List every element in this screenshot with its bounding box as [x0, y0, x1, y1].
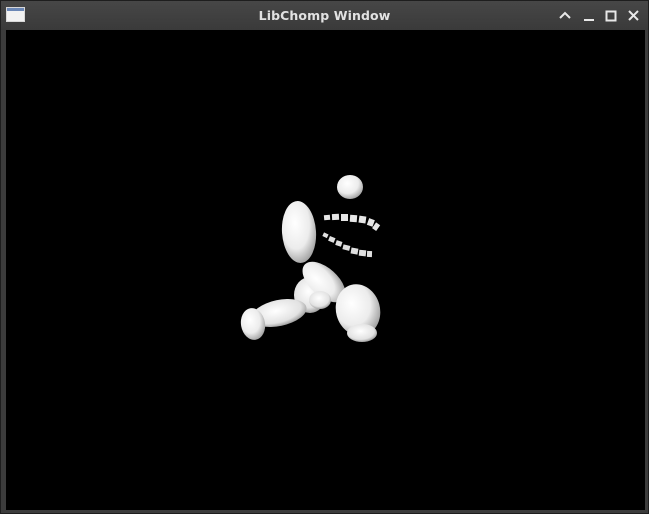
knee-blob	[309, 291, 331, 309]
minimize-button[interactable]	[580, 7, 598, 25]
close-button[interactable]	[625, 7, 643, 25]
window-title: LibChomp Window	[258, 8, 391, 23]
render-viewport[interactable]	[6, 30, 645, 510]
maximize-icon	[605, 10, 617, 22]
chevron-up-icon	[559, 11, 571, 19]
maximize-button[interactable]	[602, 7, 620, 25]
lower-teeth	[322, 232, 373, 258]
torso-blob	[281, 201, 317, 263]
upper-teeth	[323, 213, 381, 231]
chomp-figure	[240, 175, 381, 342]
app-window: LibChomp Window	[0, 0, 649, 514]
minimize-icon	[584, 19, 594, 21]
shade-button[interactable]	[556, 7, 574, 25]
title-bar[interactable]: LibChomp Window	[1, 1, 648, 30]
right-foot-blob	[347, 324, 377, 342]
close-icon	[628, 10, 639, 21]
head-blob	[337, 175, 363, 199]
